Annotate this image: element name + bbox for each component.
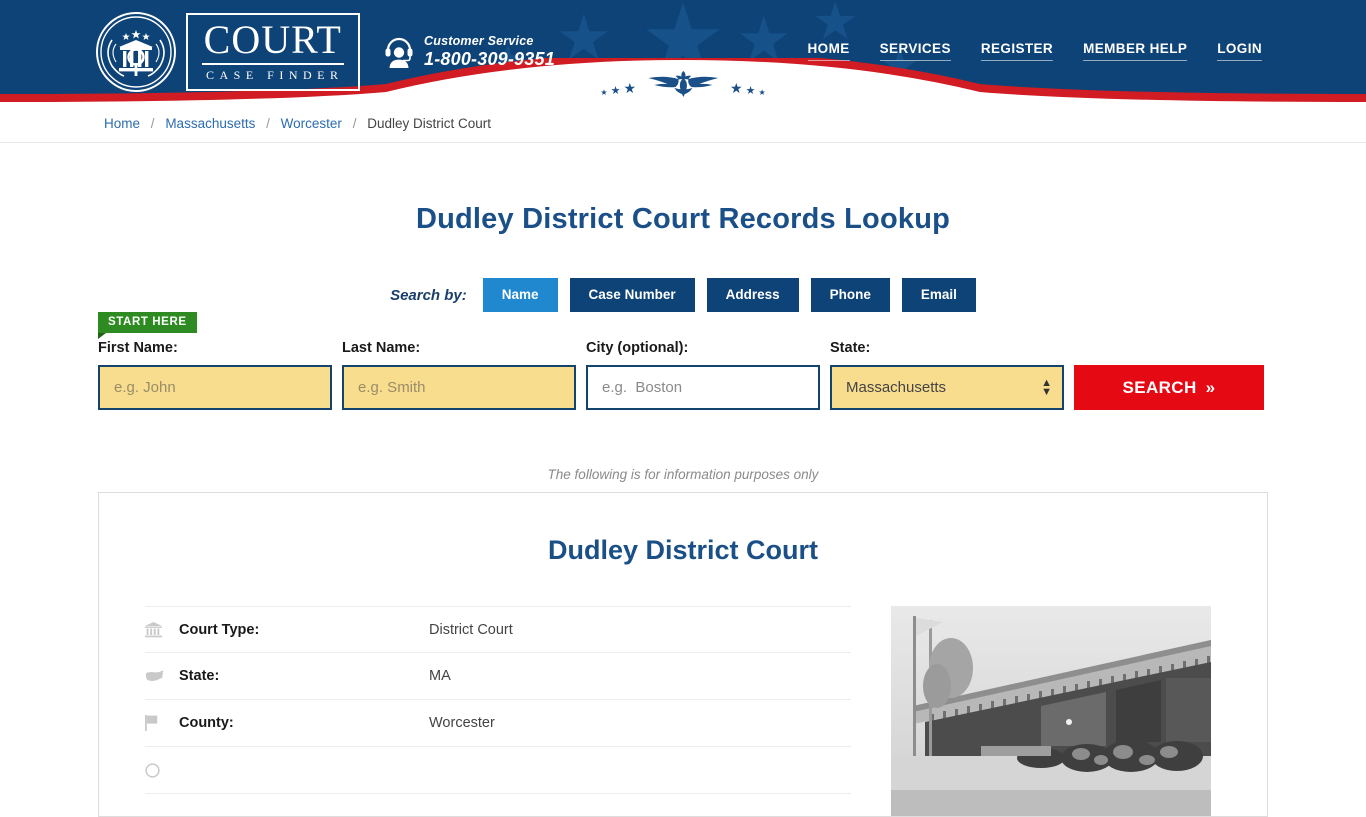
state-select-wrapper: Massachusetts ▲ ▼ <box>830 365 1064 410</box>
tab-address[interactable]: Address <box>706 278 799 312</box>
row-label: Court Type: <box>179 621 260 638</box>
table-row: State: MA <box>145 653 851 700</box>
search-button[interactable]: SEARCH » <box>1074 365 1264 410</box>
nav-item-home[interactable]: HOME <box>807 41 850 61</box>
first-name-input[interactable] <box>98 365 332 410</box>
breadcrumb-item-state[interactable]: Massachusetts <box>165 116 255 131</box>
tab-email[interactable]: Email <box>901 278 976 312</box>
row-value: District Court <box>429 621 513 638</box>
customer-service-phone[interactable]: 1-800-309-9351 <box>424 49 555 70</box>
logo-text-box: COURT CASE FINDER <box>186 13 360 91</box>
bank-building-icon <box>145 621 179 638</box>
tab-phone[interactable]: Phone <box>810 278 890 312</box>
court-name-heading: Dudley District Court <box>547 535 819 565</box>
logo-primary-text: COURT <box>203 17 342 62</box>
us-map-icon <box>145 669 179 683</box>
customer-service-block: Customer Service 1-800-309-9351 <box>384 34 555 70</box>
nav-item-register[interactable]: REGISTER <box>980 41 1054 61</box>
first-name-field-group: First Name: <box>98 340 332 410</box>
court-info-card: Dudley District Court Court Type: Distri… <box>98 492 1268 817</box>
eagle-emblem-icon: ★ ★ ★ ★ ★ ★ <box>600 68 766 98</box>
nav-item-services[interactable]: SERVICES <box>879 41 951 61</box>
customer-service-label: Customer Service <box>424 34 534 48</box>
row-value: Worcester <box>429 715 495 731</box>
start-here-badge: START HERE <box>98 312 197 339</box>
headset-support-icon <box>384 36 414 68</box>
table-row: Court Type: District Court <box>145 606 851 653</box>
court-info-table: Court Type: District Court State: MA Cou… <box>145 606 851 816</box>
search-by-label: Search by: <box>390 286 467 304</box>
row-value: MA <box>429 668 451 684</box>
partial-row-icon <box>145 762 179 778</box>
courthouse-photo <box>891 606 1211 816</box>
search-form: First Name: Last Name: City (optional): … <box>98 340 1264 410</box>
city-field-group: City (optional): <box>586 340 820 410</box>
breadcrumb-separator: / <box>150 115 155 131</box>
row-label: County: <box>179 715 234 731</box>
logo-secondary-text: CASE FINDER <box>206 68 344 82</box>
eagle-stars-right: ★ ★ ★ <box>730 80 766 97</box>
eagle-stars-left: ★ ★ ★ <box>600 80 636 97</box>
breadcrumb: Home / Massachusetts / Worcester / Dudle… <box>104 116 491 131</box>
table-row <box>145 747 851 794</box>
flag-icon <box>145 715 179 731</box>
state-label: State: <box>830 340 871 356</box>
disclaimer-text: The following is for information purpose… <box>547 467 819 482</box>
last-name-label: Last Name: <box>342 340 421 356</box>
logo-divider <box>202 63 344 65</box>
breadcrumb-separator: / <box>352 115 357 131</box>
first-name-label: First Name: <box>98 340 178 356</box>
breadcrumb-item-home[interactable]: Home <box>104 116 140 131</box>
last-name-input[interactable] <box>342 365 576 410</box>
row-label: State: <box>179 668 220 684</box>
search-button-label: SEARCH <box>1122 377 1197 397</box>
court-seal-icon <box>96 12 176 92</box>
tab-name[interactable]: Name <box>482 278 558 312</box>
nav-item-login[interactable]: LOGIN <box>1217 41 1262 61</box>
state-field-group: State: Massachusetts ▲ ▼ <box>830 340 1064 410</box>
search-by-tabs: Search by: Name Case Number Address Phon… <box>0 278 1366 312</box>
site-header: ★ ★ ★ ★ ★ ★ ★ <box>0 0 1366 104</box>
breadcrumb-bar: Home / Massachusetts / Worcester / Dudle… <box>0 104 1366 143</box>
breadcrumb-item-current: Dudley District Court <box>367 115 491 131</box>
breadcrumb-separator: / <box>266 115 270 131</box>
table-row: County: Worcester <box>145 700 851 747</box>
tab-case-number[interactable]: Case Number <box>569 278 695 312</box>
city-label: City (optional): <box>586 340 689 356</box>
city-input[interactable] <box>586 365 820 410</box>
court-card-body: Court Type: District Court State: MA Cou… <box>99 606 1267 816</box>
nav-item-member-help[interactable]: MEMBER HELP <box>1083 41 1188 61</box>
page-title: Dudley District Court Records Lookup <box>415 203 951 235</box>
main-navigation: HOME SERVICES REGISTER MEMBER HELP LOGIN <box>807 41 1262 61</box>
state-select[interactable]: Massachusetts <box>830 365 1064 410</box>
last-name-field-group: Last Name: <box>342 340 576 410</box>
breadcrumb-item-county[interactable]: Worcester <box>281 116 342 131</box>
site-logo[interactable]: COURT CASE FINDER <box>96 12 360 92</box>
double-chevron-right-icon: » <box>1205 377 1216 397</box>
